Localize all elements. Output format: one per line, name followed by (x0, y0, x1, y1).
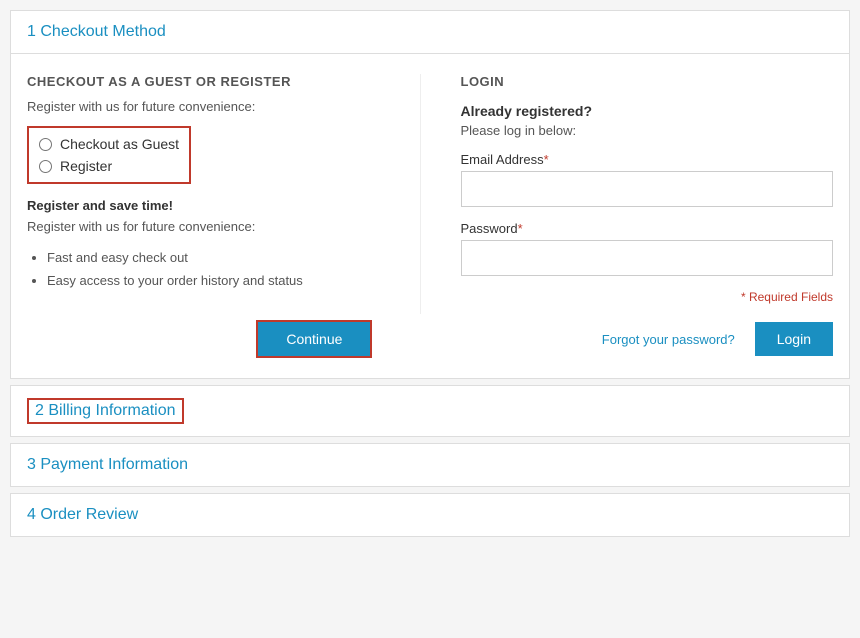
billing-section: 2 Billing Information (10, 385, 850, 437)
please-log-text: Please log in below: (461, 123, 834, 138)
payment-step: 3 (27, 456, 36, 473)
already-registered: Already registered? (461, 103, 834, 119)
login-col: LOGIN Already registered? Please log in … (441, 74, 834, 314)
billing-header[interactable]: 2 Billing Information (11, 386, 849, 436)
action-row: Continue Forgot your password? Login (27, 320, 833, 358)
login-button[interactable]: Login (755, 322, 833, 356)
required-fields-note: * Required Fields (461, 290, 834, 304)
login-actions: Forgot your password? Login (602, 322, 833, 356)
password-label: Password* (461, 221, 834, 236)
payment-section: 3 Payment Information (10, 443, 850, 487)
register-subtext2: Register with us for future convenience: (27, 219, 400, 234)
benefit-2: Easy access to your order history and st… (47, 269, 400, 292)
order-review-title: Order Review (40, 506, 138, 523)
register-subtext: Register with us for future convenience: (27, 99, 400, 114)
guest-label: Checkout as Guest (60, 136, 179, 152)
register-label: Register (60, 158, 112, 174)
billing-title-outlined: 2 Billing Information (27, 398, 184, 424)
page-wrapper: 1 Checkout Method CHECKOUT AS A GUEST OR… (10, 10, 850, 537)
email-required-star: * (544, 152, 549, 167)
continue-area: Continue (27, 320, 602, 358)
continue-button[interactable]: Continue (256, 320, 372, 358)
order-review-step: 4 (27, 506, 36, 523)
checkout-method-body: CHECKOUT AS A GUEST OR REGISTER Register… (11, 53, 849, 378)
guest-register-heading: CHECKOUT AS A GUEST OR REGISTER (27, 74, 400, 89)
email-label: Email Address* (461, 152, 834, 167)
login-heading: LOGIN (461, 74, 834, 89)
forgot-password-link[interactable]: Forgot your password? (602, 332, 735, 347)
checkout-method-header[interactable]: 1 Checkout Method (11, 11, 849, 53)
checkout-method-section: 1 Checkout Method CHECKOUT AS A GUEST OR… (10, 10, 850, 379)
guest-option[interactable]: Checkout as Guest (39, 136, 179, 152)
billing-step: 2 (35, 402, 44, 419)
benefits-list: Fast and easy check out Easy access to y… (27, 246, 400, 293)
password-required-star: * (518, 221, 523, 236)
register-radio[interactable] (39, 160, 52, 173)
checkout-two-col: CHECKOUT AS A GUEST OR REGISTER Register… (27, 74, 833, 314)
billing-title: Billing Information (48, 402, 175, 419)
checkout-options-group: Checkout as Guest Register (27, 126, 191, 184)
order-review-section: 4 Order Review (10, 493, 850, 537)
password-input[interactable] (461, 240, 834, 276)
checkout-method-step: 1 (27, 23, 36, 40)
payment-title: Payment Information (40, 456, 188, 473)
register-save-label: Register and save time! (27, 198, 400, 213)
guest-register-col: CHECKOUT AS A GUEST OR REGISTER Register… (27, 74, 421, 314)
benefit-1: Fast and easy check out (47, 246, 400, 269)
payment-header[interactable]: 3 Payment Information (11, 444, 849, 486)
register-option[interactable]: Register (39, 158, 179, 174)
guest-radio[interactable] (39, 138, 52, 151)
order-review-header[interactable]: 4 Order Review (11, 494, 849, 536)
email-input[interactable] (461, 171, 834, 207)
